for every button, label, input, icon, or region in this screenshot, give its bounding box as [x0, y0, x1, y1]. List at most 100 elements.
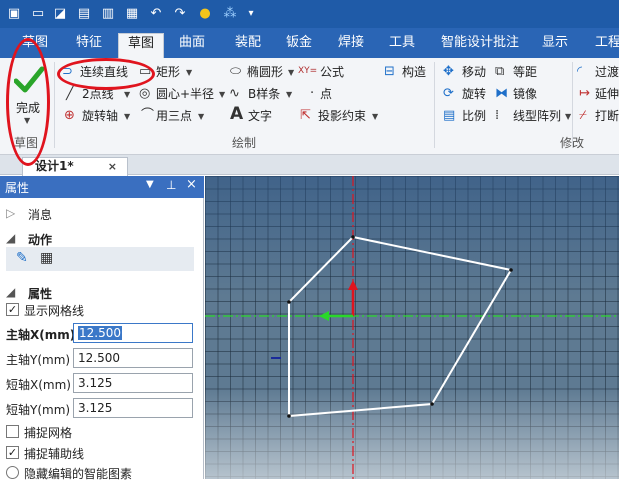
extend-button[interactable]: 延伸 [595, 86, 619, 102]
construct-icon: ⊟ [384, 64, 395, 79]
major-x-input[interactable]: 12.500 [73, 323, 193, 343]
transition-button[interactable]: 过渡 [595, 64, 619, 80]
sketch-polygon[interactable] [288, 235, 513, 418]
rotate-button[interactable]: 旋转 [462, 86, 486, 102]
hide-smart-radio[interactable] [6, 466, 19, 479]
tab-smart-annotation[interactable]: 智能设计批注 [438, 34, 522, 58]
y-arrowhead-icon [348, 280, 358, 290]
snap-grid-label: 捕捉网格 [24, 426, 73, 440]
break-button[interactable]: 打断 [595, 108, 619, 124]
edit-icon[interactable]: ✎ [16, 250, 28, 266]
document-tab[interactable]: 设计1* × [22, 157, 128, 176]
tab-feature[interactable]: 特征 [70, 34, 108, 58]
redo-icon[interactable]: ↷ [172, 5, 188, 21]
document-tab-title: 设计1* [35, 159, 74, 173]
minor-x-label: 短轴X(mm) [6, 378, 71, 392]
x-arrowhead-icon [319, 311, 329, 321]
spline-icon: ∿ [229, 86, 240, 101]
rebuild-icon[interactable]: ● [197, 5, 213, 21]
vertex-point[interactable] [430, 402, 434, 406]
actions-toolbar: ✎ ▦ [6, 247, 194, 271]
fillet-icon: ◜ [577, 64, 583, 79]
vertex-point[interactable] [509, 268, 513, 272]
major-x-label: 主轴X(mm) [6, 328, 76, 342]
tab-tools[interactable]: 工具 [384, 34, 420, 58]
tab-welding[interactable]: 焊接 [332, 34, 370, 58]
construct-button[interactable]: 构造 [402, 64, 426, 80]
annotation-circle-polyline [57, 58, 155, 90]
mirror-icon: ⧓ [495, 86, 508, 101]
show-grid-label: 显示网格线 [24, 304, 85, 318]
minor-x-input[interactable]: 3.125 [73, 373, 193, 393]
save-icon[interactable]: ▦ [124, 5, 140, 21]
group-label-draw: 绘制 [232, 136, 257, 150]
snap-guides-checkbox[interactable]: ✓ [6, 446, 19, 459]
rectangle-button[interactable]: 矩形 [156, 64, 180, 80]
grid-toggle-icon[interactable]: ⁂ [222, 5, 238, 21]
actions-section[interactable]: 动作 [28, 231, 52, 248]
extend-icon: ↦ [579, 86, 590, 101]
scale-button[interactable]: 比例 [462, 108, 486, 124]
linear-array-icon: ⁞ [495, 108, 500, 123]
open-file-icon[interactable]: ◪ [52, 5, 68, 21]
tab-assembly[interactable]: 装配 [228, 34, 268, 58]
customize-icon[interactable]: ▾ [243, 5, 259, 21]
b-spline-button[interactable]: B样条 [248, 86, 280, 102]
expand-arrow-icon[interactable]: ▷ [6, 206, 15, 220]
cube-icon[interactable]: ▣ [6, 5, 22, 21]
three-point-button[interactable]: 用三点 [156, 108, 192, 124]
chevron-down-icon: ▼ [565, 112, 572, 121]
annotation-circle-finish [6, 38, 50, 166]
offset-button[interactable]: 等距 [513, 64, 537, 80]
properties-section[interactable]: 属性 [28, 285, 52, 302]
text-button[interactable]: 文字 [248, 108, 272, 124]
new-file-icon[interactable]: ▭ [30, 5, 46, 21]
divider [572, 62, 573, 148]
tab-engineering[interactable]: 工程 [592, 34, 619, 58]
close-icon[interactable]: × [108, 158, 117, 175]
collapse-arrow-icon[interactable]: ◢ [6, 285, 15, 299]
major-y-label: 主轴Y(mm) [6, 353, 71, 367]
arc-icon: ⌒ [141, 108, 155, 123]
snap-grid-checkbox[interactable] [6, 425, 19, 438]
vertex-point[interactable] [351, 235, 355, 239]
chevron-down-icon[interactable]: ▼ [146, 179, 154, 190]
table-icon[interactable]: ▦ [40, 250, 53, 266]
break-icon: ⌿ [579, 108, 587, 123]
show-grid-checkbox[interactable]: ✓ [6, 303, 19, 316]
image-icon[interactable]: ▤ [76, 5, 92, 21]
projection-icon: ⇱ [300, 108, 311, 123]
sketch-canvas[interactable] [205, 176, 619, 479]
point-button[interactable]: 点 [320, 86, 332, 102]
move-button[interactable]: 移动 [462, 64, 486, 80]
tab-surface[interactable]: 曲面 [172, 34, 212, 58]
mirror-button[interactable]: 镜像 [513, 86, 537, 102]
ribbon-tabs: 草图 特征 草图 曲面 装配 钣金 焊接 工具 智能设计批注 显示 工程 [0, 28, 619, 58]
linear-array-button[interactable]: 线型阵列 [513, 108, 561, 124]
text-icon: A [230, 104, 244, 124]
chevron-down-icon: ▼ [288, 68, 295, 77]
pin-icon[interactable]: ⊥ [166, 178, 176, 192]
formula-button[interactable]: 公式 [320, 64, 344, 80]
tab-display[interactable]: 显示 [538, 34, 572, 58]
close-icon[interactable]: × [186, 177, 197, 192]
sketch-drawing [205, 176, 619, 479]
scale-icon: ▤ [443, 108, 456, 123]
line-icon: ╱ [66, 86, 74, 101]
projection-constraint-button[interactable]: 投影约束 [318, 108, 366, 124]
messages-section[interactable]: 消息 [28, 206, 52, 223]
undo-icon[interactable]: ↶ [148, 5, 164, 21]
tab-sketch[interactable]: 草图 [118, 33, 164, 58]
center-radius-button[interactable]: 圆心+半径 [156, 86, 214, 102]
rotate-axis-button[interactable]: 旋转轴 [82, 108, 118, 124]
vertex-point[interactable] [287, 414, 291, 418]
ellipse-button[interactable]: 椭圆形 [247, 64, 283, 80]
folder-icon[interactable]: ▥ [100, 5, 116, 21]
rotate-axis-icon: ⊕ [64, 108, 75, 123]
minor-y-input[interactable]: 3.125 [73, 398, 193, 418]
panel-title: 属性 [5, 181, 30, 195]
tab-sheet-metal[interactable]: 钣金 [280, 34, 318, 58]
collapse-arrow-icon[interactable]: ◢ [6, 231, 15, 245]
vertex-point[interactable] [287, 300, 291, 304]
major-y-input[interactable]: 12.500 [73, 348, 193, 368]
